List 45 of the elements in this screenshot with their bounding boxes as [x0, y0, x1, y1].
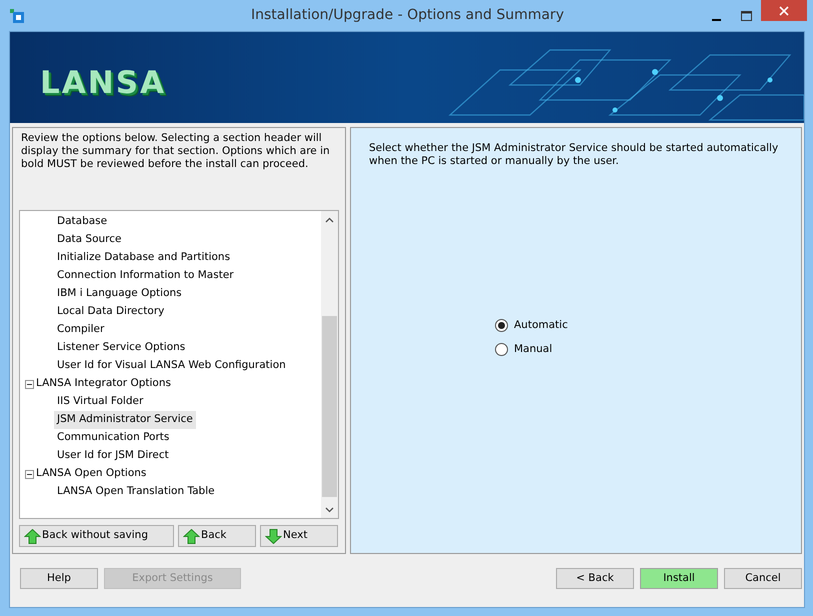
description-text: Select whether the JSM Administrator Service should be started automatically when the PC is started or manually by the user. — [369, 142, 780, 168]
footer-button[interactable]: Install — [640, 568, 718, 589]
up-arrow-icon — [183, 528, 200, 544]
tree-item[interactable]: User Id for JSM Direct — [54, 447, 172, 465]
tree-item[interactable]: LANSA Open Translation Table — [54, 483, 218, 501]
radio-option[interactable]: Manual — [495, 342, 783, 358]
nav-button[interactable]: Back without saving — [19, 525, 174, 547]
tree-item[interactable]: Local Data Directory — [54, 303, 168, 321]
up-arrow-icon — [24, 528, 41, 544]
window-title: Installation/Upgrade - Options and Summary — [250, 6, 565, 25]
radio-button[interactable] — [495, 343, 508, 356]
close-button[interactable] — [761, 0, 807, 21]
tree-item[interactable]: Listener Service Options — [54, 339, 188, 357]
tree-item[interactable]: Data Source — [54, 231, 124, 249]
logo: LANSA — [40, 64, 166, 103]
tree-item[interactable]: JSM Administrator Service — [54, 411, 196, 429]
scroll-thumb[interactable] — [322, 316, 337, 497]
radio-option[interactable]: Automatic — [495, 318, 783, 334]
tree-item[interactable]: Database — [54, 213, 110, 231]
footer-button[interactable]: Help — [20, 568, 98, 589]
scroll-up-icon[interactable] — [325, 216, 334, 222]
instructions-text: Review the options below. Selecting a section header will display the summary for that section. Options which are in bold MUST be reviewed before the install can proceed. — [21, 132, 331, 172]
footer-button[interactable]: Cancel — [724, 568, 802, 589]
scrollbar[interactable] — [321, 211, 338, 518]
tree-item[interactable]: IIS Virtual Folder — [54, 393, 146, 411]
collapse-icon[interactable] — [25, 380, 34, 388]
tree-item[interactable]: Connection Information to Master — [54, 267, 237, 285]
scroll-down-icon[interactable] — [325, 506, 334, 512]
tree-item[interactable]: Compiler — [54, 321, 108, 339]
app-icon — [10, 8, 24, 22]
tree-item[interactable]: User Id for Visual LANSA Web Configuration — [54, 357, 289, 375]
nav-button[interactable]: Back — [178, 525, 256, 547]
tree-item[interactable]: IBM i Language Options — [54, 285, 185, 303]
close-icon — [779, 6, 789, 16]
tree-item[interactable]: Initialize Database and Partitions — [54, 249, 234, 267]
tree-section[interactable]: LANSA Integrator Options — [36, 375, 174, 393]
maximize-icon — [740, 10, 752, 20]
radio-button[interactable] — [495, 319, 508, 332]
tree-item[interactable]: Communication Ports — [54, 429, 172, 447]
footer-button[interactable]: < Back — [556, 568, 634, 589]
collapse-icon[interactable] — [25, 470, 34, 478]
down-arrow-icon — [265, 528, 282, 544]
minimize-icon — [712, 18, 720, 20]
nav-button[interactable]: Next — [260, 525, 338, 547]
tree-section[interactable]: LANSA Open Options — [36, 465, 150, 483]
